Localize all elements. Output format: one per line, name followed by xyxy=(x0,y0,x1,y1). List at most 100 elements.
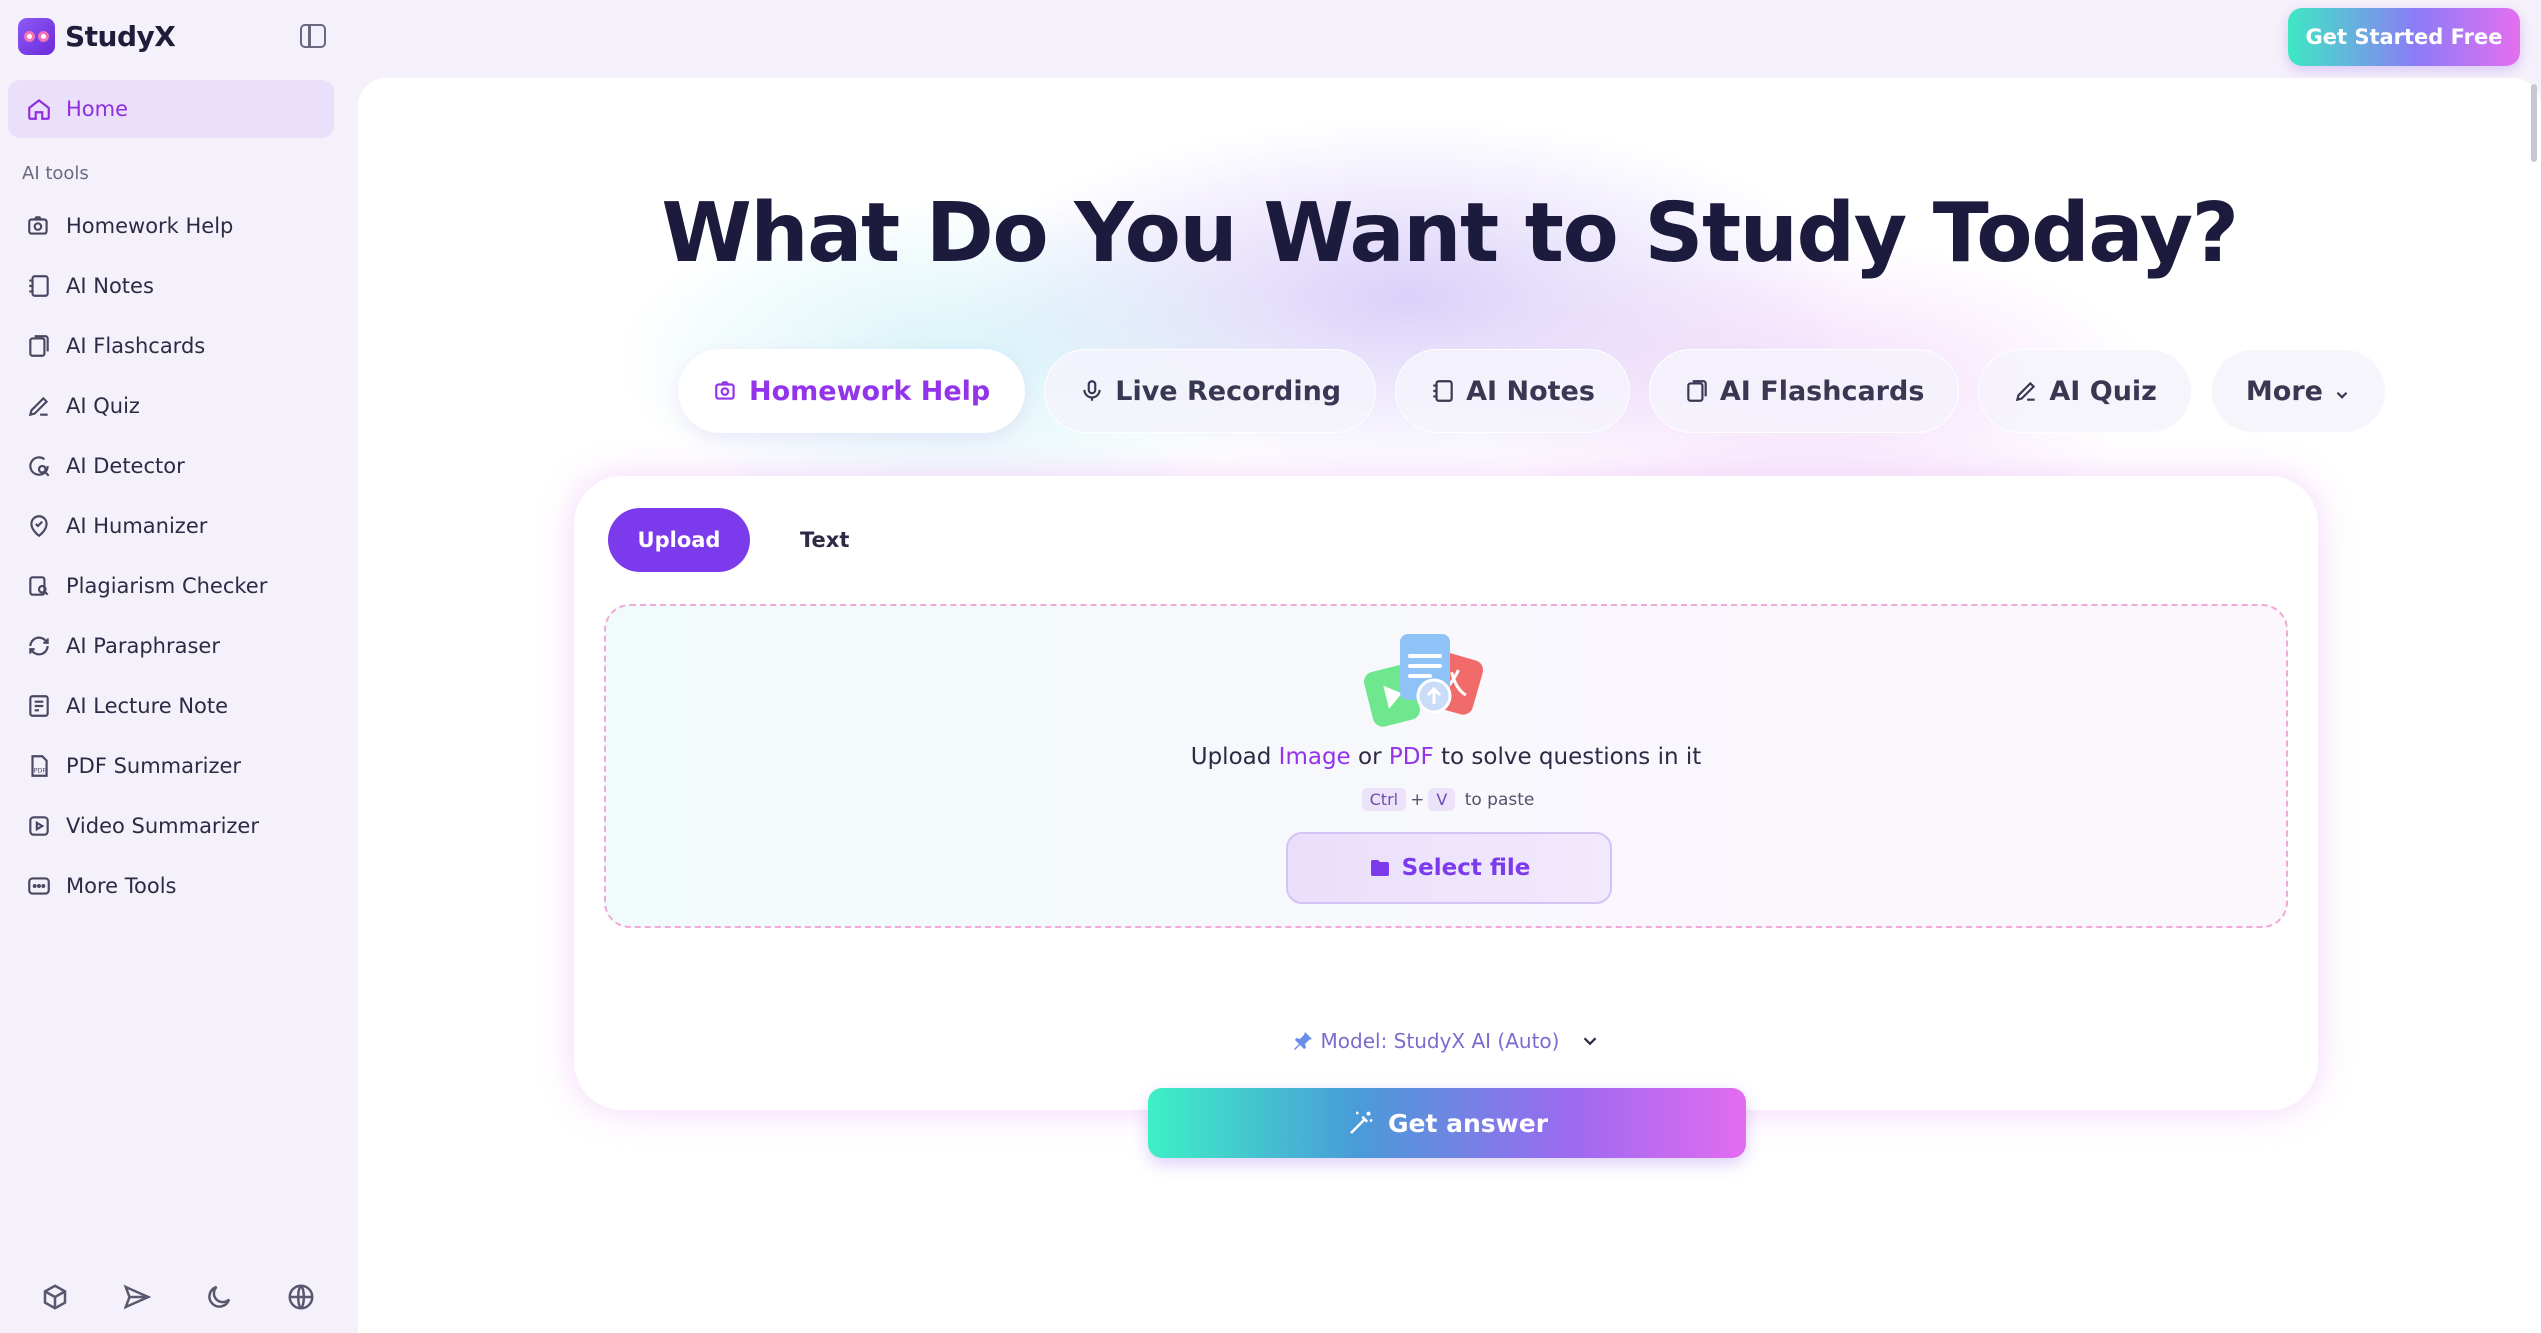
sidebar-toggle-icon[interactable] xyxy=(300,24,326,48)
get-started-free-button[interactable]: Get Started Free xyxy=(2288,8,2520,66)
upload-mode-button[interactable]: Upload xyxy=(608,508,750,572)
camera-search-icon xyxy=(26,213,52,239)
tool-tabs: Homework Help Live Recording AI Notes AI… xyxy=(678,349,2386,433)
sidebar-item-label: AI Quiz xyxy=(66,394,140,418)
file-types-illustration-icon xyxy=(1364,634,1484,727)
pencil-quiz-icon xyxy=(2013,378,2039,404)
upload-image-link[interactable]: Image xyxy=(1279,744,1351,770)
page-title: What Do You Want to Study Today? xyxy=(661,186,2239,281)
detector-icon xyxy=(26,453,52,479)
more-tools-icon xyxy=(26,873,52,899)
notebook-icon xyxy=(26,273,52,299)
tab-label: AI Notes xyxy=(1466,375,1595,407)
lecture-note-icon xyxy=(26,693,52,719)
flashcards-icon xyxy=(1684,378,1710,404)
magic-wand-icon xyxy=(1346,1108,1376,1138)
camera-search-icon xyxy=(713,378,739,404)
upload-text-or: or xyxy=(1350,744,1389,770)
upload-pdf-link[interactable]: PDF xyxy=(1389,744,1434,770)
tab-ai-quiz[interactable]: AI Quiz xyxy=(1978,349,2192,433)
sidebar-item-ai-lecture-note[interactable]: AI Lecture Note xyxy=(8,676,334,736)
sidebar-item-ai-flashcards[interactable]: AI Flashcards xyxy=(8,316,334,376)
sidebar-item-pdf-summarizer[interactable]: PDF PDF Summarizer xyxy=(8,736,334,796)
sidebar-tool-list: Homework Help AI Notes AI Flashcards AI … xyxy=(8,196,334,916)
microphone-icon xyxy=(1079,378,1105,404)
upload-text-prefix: Upload xyxy=(1190,744,1279,770)
sidebar-footer xyxy=(40,1282,316,1312)
get-answer-button[interactable]: Get answer xyxy=(1148,1088,1746,1158)
model-selector[interactable]: Model: StudyX AI (Auto) xyxy=(574,1029,2318,1053)
sidebar-item-label: AI Paraphraser xyxy=(66,634,220,658)
tab-homework-help[interactable]: Homework Help xyxy=(678,349,1026,433)
brand-name: StudyX xyxy=(65,20,176,53)
tab-more[interactable]: More xyxy=(2210,349,2386,433)
sidebar-item-label: AI Notes xyxy=(66,274,154,298)
humanizer-icon xyxy=(26,513,52,539)
sidebar: StudyX Home AI tools Homework Help AI No… xyxy=(0,0,358,1333)
tab-label: AI Flashcards xyxy=(1719,375,1925,407)
main-panel: What Do You Want to Study Today? Homewor… xyxy=(358,78,2541,1333)
upload-instructions: Upload Image or PDF to solve questions i… xyxy=(606,744,2286,770)
select-file-label: Select file xyxy=(1401,855,1531,881)
sidebar-item-label: Home xyxy=(66,97,129,121)
sidebar-item-label: More Tools xyxy=(66,874,177,898)
sidebar-item-ai-detector[interactable]: AI Detector xyxy=(8,436,334,496)
plagiarism-icon xyxy=(26,573,52,599)
send-icon[interactable] xyxy=(122,1282,152,1312)
sidebar-item-ai-paraphraser[interactable]: AI Paraphraser xyxy=(8,616,334,676)
paste-hint: Ctrl + V to paste xyxy=(606,788,2286,811)
sidebar-item-label: Video Summarizer xyxy=(66,814,259,838)
model-label: Model: StudyX AI (Auto) xyxy=(1320,1029,1560,1053)
tab-label: AI Quiz xyxy=(2049,375,2157,407)
cube-icon[interactable] xyxy=(40,1282,70,1312)
tab-label: Homework Help xyxy=(749,375,991,407)
sidebar-item-label: AI Lecture Note xyxy=(66,694,229,718)
upload-dropzone[interactable]: Upload Image or PDF to solve questions i… xyxy=(604,604,2288,928)
flashcards-icon xyxy=(26,333,52,359)
moon-icon[interactable] xyxy=(204,1282,234,1312)
sidebar-item-homework-help[interactable]: Homework Help xyxy=(8,196,334,256)
page-scrollbar[interactable] xyxy=(2531,84,2537,162)
tab-ai-notes[interactable]: AI Notes xyxy=(1395,349,1630,433)
sidebar-item-label: AI Flashcards xyxy=(66,334,206,358)
svg-text:PDF: PDF xyxy=(34,767,47,775)
tab-live-recording[interactable]: Live Recording xyxy=(1044,349,1377,433)
sidebar-item-ai-notes[interactable]: AI Notes xyxy=(8,256,334,316)
pin-icon xyxy=(1291,1029,1315,1053)
paste-hint-text: to paste xyxy=(1464,790,1535,810)
key-v: V xyxy=(1428,788,1456,811)
get-answer-label: Get answer xyxy=(1387,1108,1549,1138)
notebook-icon xyxy=(1430,378,1456,404)
key-plus: + xyxy=(1410,790,1425,810)
sidebar-item-label: AI Humanizer xyxy=(66,514,208,538)
tab-label: More xyxy=(2245,375,2323,407)
brand[interactable]: StudyX xyxy=(18,18,176,55)
sidebar-item-label: PDF Summarizer xyxy=(66,754,242,778)
paraphrase-icon xyxy=(26,633,52,659)
text-mode-button[interactable]: Text xyxy=(800,528,849,552)
video-icon xyxy=(26,813,52,839)
sidebar-item-label: AI Detector xyxy=(66,454,185,478)
folder-icon xyxy=(1368,856,1392,880)
tab-ai-flashcards[interactable]: AI Flashcards xyxy=(1648,349,1960,433)
section-label-ai-tools: AI tools xyxy=(22,163,89,184)
home-icon xyxy=(26,96,52,122)
key-ctrl: Ctrl xyxy=(1361,788,1407,811)
select-file-button[interactable]: Select file xyxy=(1286,832,1612,904)
upload-text-suffix: to solve questions in it xyxy=(1433,744,1702,770)
sidebar-item-home[interactable]: Home xyxy=(8,80,334,138)
sidebar-item-label: Homework Help xyxy=(66,214,234,238)
sidebar-item-label: Plagiarism Checker xyxy=(66,574,268,598)
sidebar-item-ai-humanizer[interactable]: AI Humanizer xyxy=(8,496,334,556)
pdf-icon: PDF xyxy=(26,753,52,779)
sidebar-item-ai-quiz[interactable]: AI Quiz xyxy=(8,376,334,436)
chevron-down-icon[interactable] xyxy=(1579,1030,1601,1052)
sidebar-item-plagiarism-checker[interactable]: Plagiarism Checker xyxy=(8,556,334,616)
tab-label: Live Recording xyxy=(1115,375,1342,407)
studyx-logo-icon xyxy=(18,18,55,55)
sidebar-item-video-summarizer[interactable]: Video Summarizer xyxy=(8,796,334,856)
sidebar-item-more-tools[interactable]: More Tools xyxy=(8,856,334,916)
pencil-quiz-icon xyxy=(26,393,52,419)
homework-card: Upload Text Upload Image or PDF to solve… xyxy=(574,476,2318,1158)
globe-icon[interactable] xyxy=(286,1282,316,1312)
